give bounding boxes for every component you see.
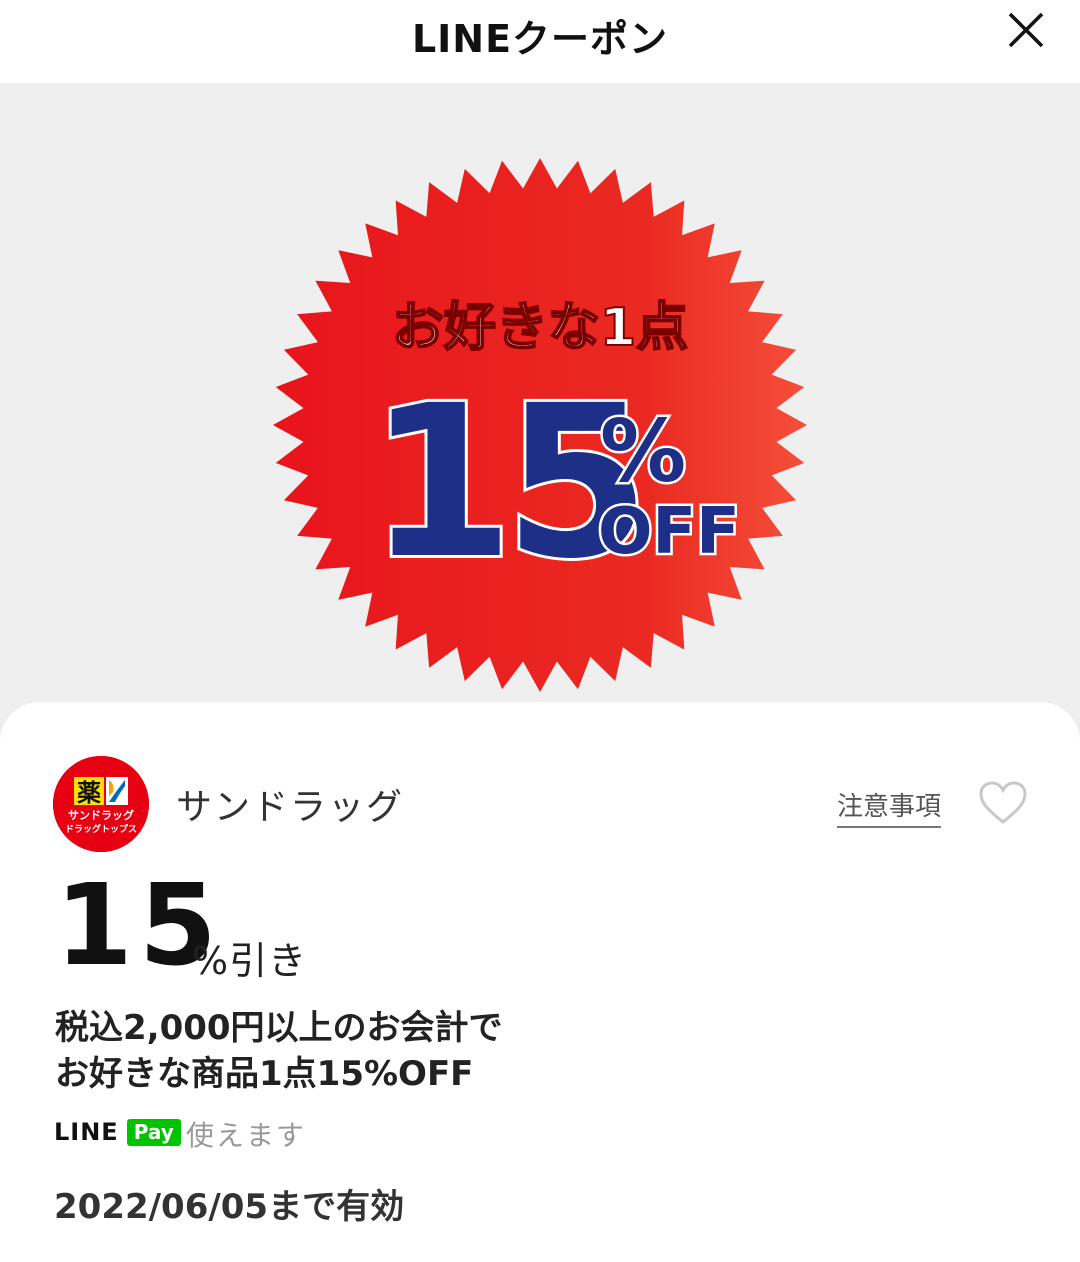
- coupon-card: 薬 サンドラッグ ドラッグトップス サンドラッグ 注意事項 15 %引き 税込2…: [0, 702, 1080, 1262]
- logo-sub2: ドラッグトップス: [65, 823, 137, 835]
- line-pay-logo-pay: Pay: [126, 1118, 181, 1146]
- description-line: お好きな商品1点15%OFF: [55, 1054, 474, 1094]
- logo-kanji: 薬: [77, 779, 101, 807]
- heart-icon: [979, 781, 1027, 824]
- store-logo: 薬 サンドラッグ ドラッグトップス: [53, 756, 149, 852]
- coupon-description: 税込2,000円以上のお会計で お好きな商品1点15%OFF: [55, 1005, 755, 1097]
- store-name: サンドラッグ: [176, 787, 405, 828]
- close-button[interactable]: [1006, 10, 1046, 50]
- line-pay-logo-line: LINE: [54, 1118, 119, 1146]
- coupon-hero-image: お好きな1点 15 % OFF: [0, 83, 1080, 723]
- hero-off: OFF: [598, 495, 740, 569]
- close-icon: [1008, 12, 1044, 48]
- notes-link[interactable]: 注意事項: [837, 786, 942, 828]
- hero-percent: %: [600, 402, 686, 502]
- line-pay-logo: LINE Pay: [54, 1116, 181, 1148]
- page-title: LINEクーポン: [411, 17, 669, 61]
- hero-line1: お好きな1点: [392, 298, 688, 358]
- logo-sub1: サンドラッグ: [68, 808, 134, 822]
- expiry-date: 2022/06/05まで有効: [54, 1187, 405, 1227]
- description-line: 税込2,000円以上のお会計で: [55, 1008, 503, 1048]
- app-header: LINEクーポン: [0, 0, 1080, 83]
- favorite-button[interactable]: [978, 780, 1028, 826]
- discount-unit: %引き: [192, 939, 308, 983]
- payment-availability: 使えます: [186, 1119, 307, 1152]
